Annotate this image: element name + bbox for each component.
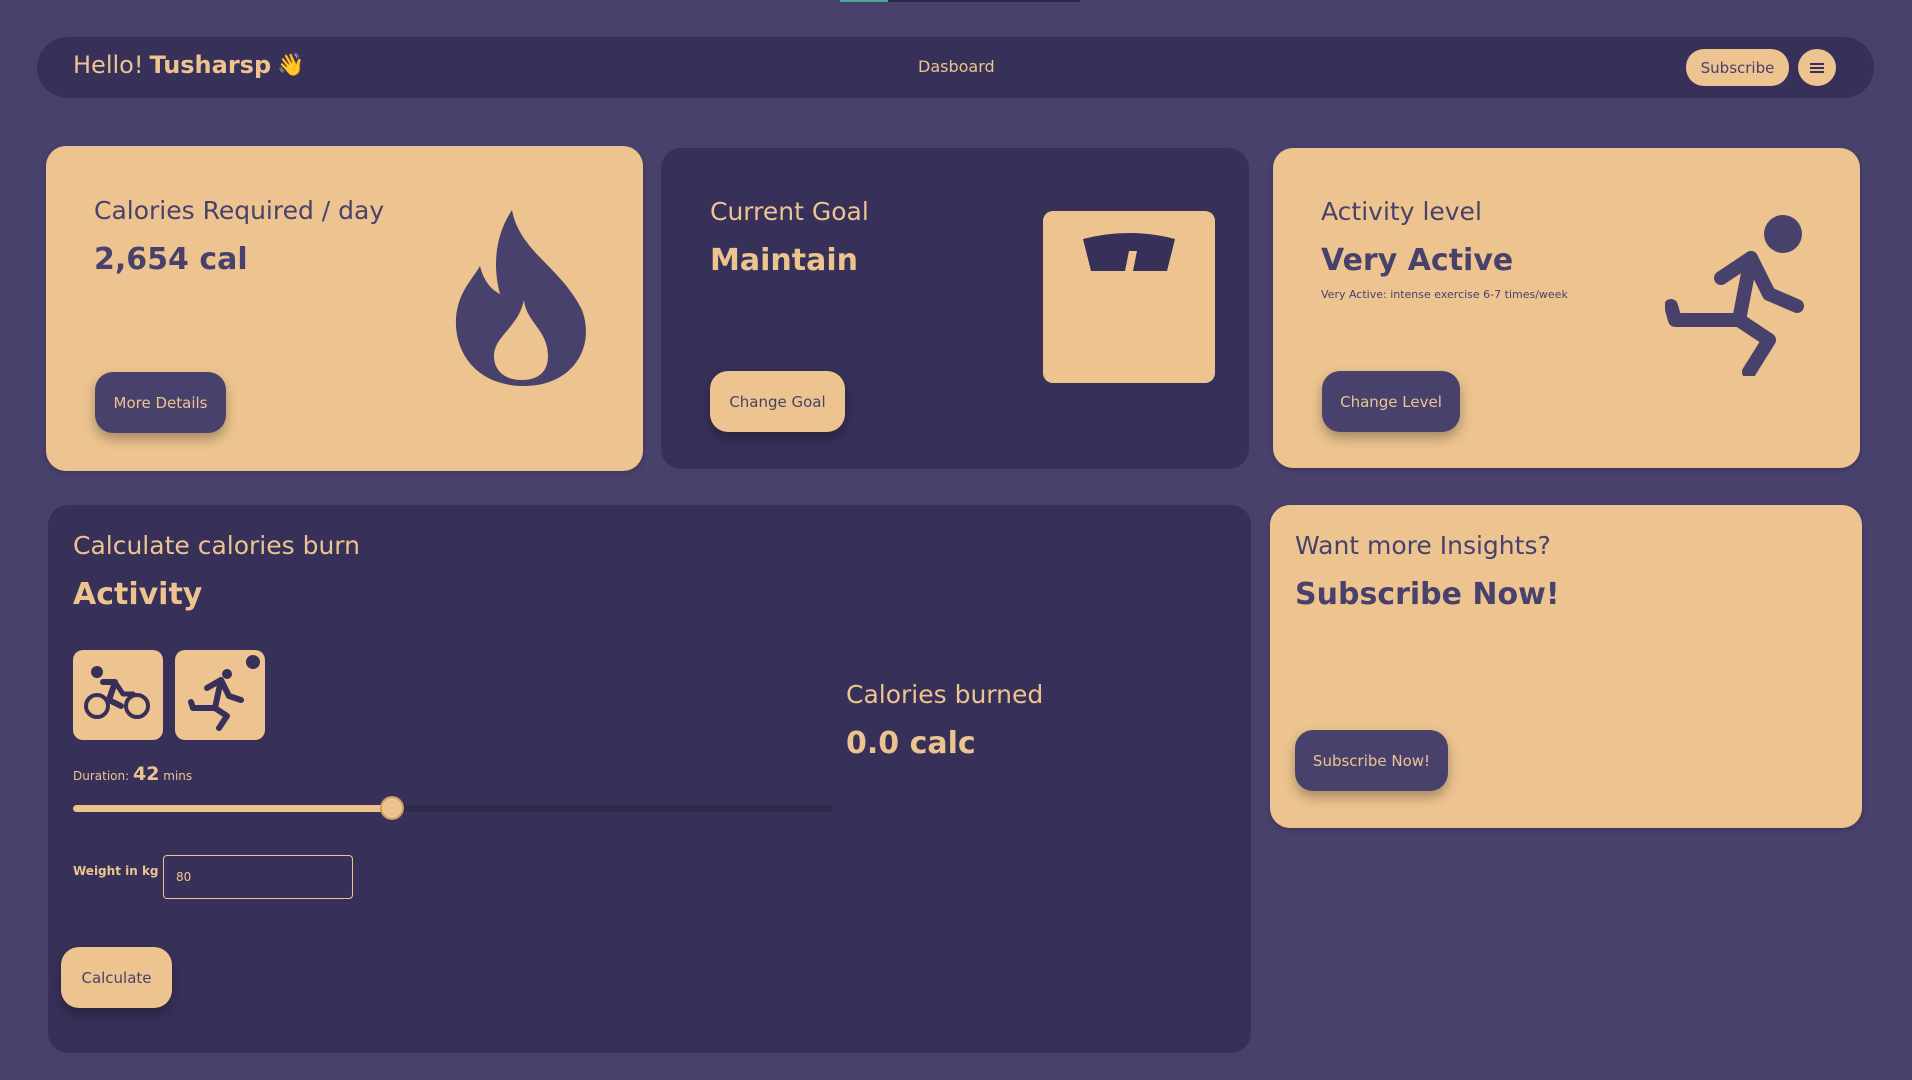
fire-icon [455,210,586,386]
hamburger-menu-icon [1810,62,1824,73]
duration-slider-thumb[interactable] [380,796,404,820]
weighing-scale-icon [1083,233,1175,271]
menu-button[interactable] [1798,49,1836,86]
change-goal-button[interactable]: Change Goal [710,371,845,432]
weight-label: Weight in kg [73,864,159,878]
duration-slider[interactable] [73,796,833,820]
goal-value: Maintain [710,243,858,278]
duration-unit: mins [163,769,193,783]
greeting-text: Hello! [73,51,144,79]
duration-label: Duration: 42 mins [73,763,192,785]
top-navbar: Hello! Tusharsp 👋 Dasboard Subscribe [37,37,1874,98]
activity-level-card: Activity level Very Active Very Active: … [1273,148,1860,468]
calculate-button[interactable]: Calculate [61,947,172,1008]
calories-subtitle: Calories Required / day [94,196,385,225]
activity-level-value: Very Active [1321,243,1514,278]
burn-calculator-card: Calculate calories burn Activity Duratio… [48,505,1251,1053]
insights-title: Subscribe Now! [1295,577,1560,612]
username: Tusharsp [149,51,272,79]
activity-level-note: Very Active: intense exercise 6-7 times/… [1321,288,1568,301]
nav-dashboard-link[interactable]: Dasboard [918,57,995,76]
insights-subtitle: Want more Insights? [1295,531,1551,560]
duration-text: Duration: [73,769,130,783]
running-person-icon [1665,215,1804,376]
insights-card: Want more Insights? Subscribe Now! Subsc… [1270,505,1862,828]
weight-input[interactable] [163,855,353,899]
duration-value: 42 [133,763,160,785]
subscribe-now-button[interactable]: Subscribe Now! [1295,730,1448,791]
top-progress-accent [840,0,888,2]
burn-title: Activity [73,577,203,612]
goal-card: Current Goal Maintain Change Goal [661,148,1249,469]
cycling-icon [84,666,150,719]
calories-card: Calories Required / day 2,654 cal More D… [46,146,643,471]
wave-emoji: 👋 [277,52,305,78]
calories-value: 2,654 cal [94,242,248,277]
scale-tile [1043,211,1215,383]
subscribe-button[interactable]: Subscribe [1686,49,1789,86]
calories-burned-value: 0.0 calc [846,726,976,761]
activity-level-subtitle: Activity level [1321,197,1482,226]
change-level-button[interactable]: Change Level [1322,371,1460,432]
calories-burned-label: Calories burned [846,680,1044,709]
burn-subtitle: Calculate calories burn [73,531,360,560]
running-icon [188,655,260,731]
more-details-button[interactable]: More Details [95,372,226,433]
greeting: Hello! Tusharsp 👋 [73,51,305,79]
activity-cycling-tile[interactable] [73,650,163,740]
goal-subtitle: Current Goal [710,197,869,226]
duration-slider-fill [73,805,392,812]
activity-running-tile[interactable] [175,650,265,740]
